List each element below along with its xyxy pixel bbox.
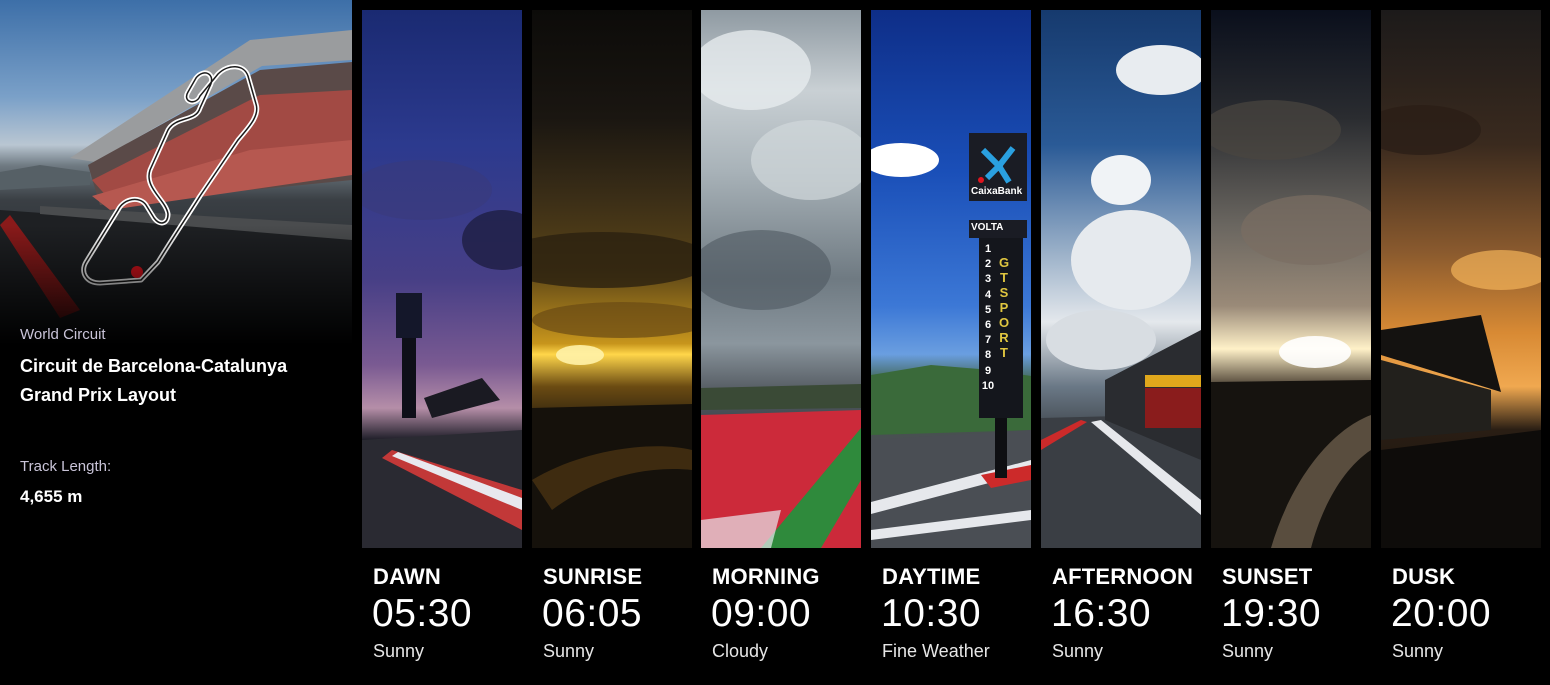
time-label: MORNING — [712, 564, 820, 589]
time-label: SUNSET — [1222, 564, 1313, 589]
dusk-scene-image — [1381, 10, 1541, 548]
time-value: 06:05 — [542, 592, 643, 635]
circuit-category: World Circuit — [20, 326, 106, 343]
time-option-sunrise[interactable]: SUNRISE 06:05 Sunny — [532, 10, 692, 680]
sunrise-scene-image — [532, 10, 692, 548]
sponsor-sign: CaixaBank — [971, 186, 1023, 197]
tower-position-number: 7 — [984, 334, 992, 347]
track-length-value: 4,655 m — [20, 487, 83, 506]
time-value: 19:30 — [1221, 592, 1322, 635]
track-info-panel: World Circuit Circuit de Barcelona-Catal… — [0, 0, 352, 685]
time-label: AFTERNOON — [1052, 564, 1194, 589]
time-value: 05:30 — [372, 592, 473, 635]
time-value: 09:00 — [711, 592, 812, 635]
time-option-dawn[interactable]: DAWN 05:30 Sunny — [362, 10, 522, 680]
weather-value: Cloudy — [712, 641, 769, 661]
sunset-scene-image — [1211, 10, 1371, 548]
tower-position-number: 9 — [984, 364, 992, 377]
afternoon-scene-image — [1041, 10, 1201, 548]
tower-position-number: 1 — [984, 243, 992, 255]
time-label: DAWN — [373, 564, 442, 589]
time-label: DAYTIME — [882, 564, 981, 589]
time-option-sunset[interactable]: SUNSET 19:30 Sunny — [1211, 10, 1371, 680]
tower-header: VOLTA — [971, 222, 1004, 233]
weather-value: Sunny — [543, 641, 595, 661]
track-length-label: Track Length: — [20, 458, 112, 475]
weather-value: Sunny — [373, 641, 425, 661]
time-option-dusk[interactable]: DUSK 20:00 Sunny — [1381, 10, 1541, 680]
tower-position-number: 2 — [984, 258, 992, 271]
tower-position-number: 4 — [984, 288, 992, 301]
time-option-morning[interactable]: MORNING 09:00 Cloudy — [701, 10, 861, 680]
weather-value: Fine Weather — [882, 641, 990, 661]
time-option-afternoon[interactable]: AFTERNOON 16:30 Sunny — [1041, 10, 1201, 680]
time-value: 16:30 — [1051, 592, 1152, 635]
weather-value: Sunny — [1222, 641, 1274, 661]
tower-side-logo: GT SPORT — [998, 255, 1010, 360]
circuit-layout-name: Grand Prix Layout — [20, 385, 177, 405]
time-label: DUSK — [1392, 564, 1456, 589]
tower-position-number: 3 — [984, 273, 992, 286]
morning-scene-image — [701, 10, 861, 548]
weather-value: Sunny — [1052, 641, 1104, 661]
time-label: SUNRISE — [543, 564, 643, 589]
track-preview-image — [0, 0, 352, 345]
tower-position-number: 10 — [981, 379, 995, 392]
time-option-daytime[interactable]: CaixaBank VOLTA 1 2 3 4 5 6 7 8 9 10 GT … — [871, 10, 1031, 680]
tower-position-number: 6 — [984, 319, 992, 332]
weather-value: Sunny — [1392, 641, 1444, 661]
circuit-name-line1: Circuit de Barcelona-Catalunya — [20, 356, 288, 376]
circuit-name: Circuit de Barcelona-Catalunya Grand Pri… — [20, 352, 287, 410]
dawn-scene-image — [362, 10, 522, 548]
tower-positions: 1 2 3 4 5 6 7 8 9 10 — [981, 242, 995, 394]
tower-position-number: 8 — [984, 349, 992, 362]
time-value: 10:30 — [881, 592, 982, 635]
daytime-scene-image: CaixaBank VOLTA 1 2 3 4 5 6 7 8 9 10 GT … — [871, 10, 1031, 548]
time-value: 20:00 — [1391, 592, 1492, 635]
tower-position-number: 5 — [984, 303, 992, 316]
